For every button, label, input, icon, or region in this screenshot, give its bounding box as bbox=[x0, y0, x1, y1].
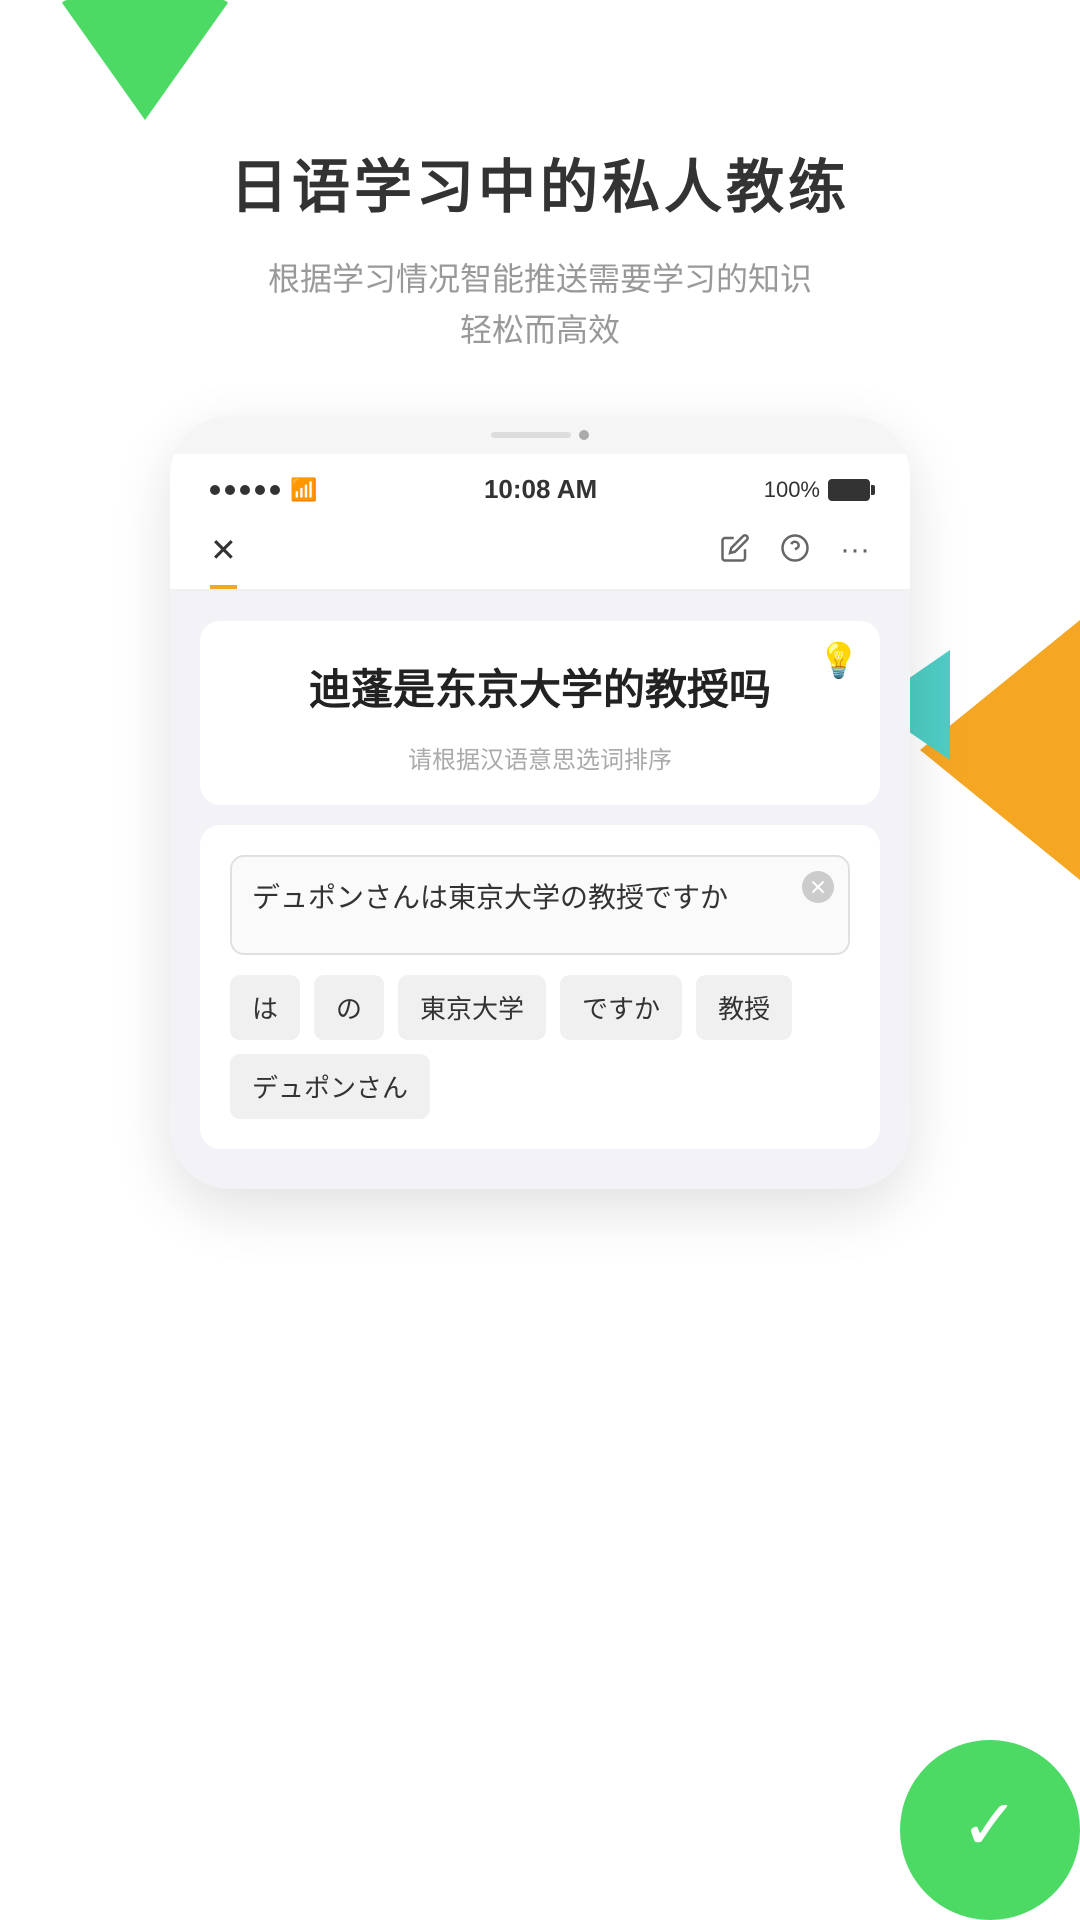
status-left: 📶 bbox=[210, 477, 317, 503]
status-time: 10:08 AM bbox=[317, 474, 763, 505]
more-icon[interactable]: ··· bbox=[840, 533, 870, 571]
subtitle-line1: 根据学习情况智能推送需要学习的知识 bbox=[268, 261, 812, 297]
wifi-icon: 📶 bbox=[290, 477, 317, 503]
hero-subtitle: 根据学习情况智能推送需要学习的知识 轻松而高效 bbox=[268, 254, 812, 356]
hero-title: 日语学习中的私人教练 bbox=[230, 140, 850, 224]
page-dot-circle bbox=[579, 430, 589, 440]
word-chip[interactable]: デュポンさん bbox=[230, 1054, 430, 1119]
word-chips-container: は の 東京大学 ですか 教授 デュポンさん bbox=[230, 975, 850, 1119]
answer-input-text: デュポンさんは東京大学の教授ですか bbox=[252, 877, 798, 919]
signal-dot-4 bbox=[255, 485, 265, 495]
signal-dots bbox=[210, 485, 280, 495]
page-indicator bbox=[170, 416, 910, 454]
word-chip[interactable]: 教授 bbox=[696, 975, 792, 1040]
signal-dot-2 bbox=[225, 485, 235, 495]
edit-icon[interactable] bbox=[720, 533, 750, 571]
word-chip[interactable]: は bbox=[230, 975, 300, 1040]
question-card: 💡 迪蓬是东京大学的教授吗 请根据汉语意思选词排序 bbox=[200, 621, 880, 805]
word-chip[interactable]: ですか bbox=[560, 975, 682, 1040]
status-bar: 📶 10:08 AM 100% bbox=[170, 454, 910, 515]
signal-dot-1 bbox=[210, 485, 220, 495]
help-icon[interactable] bbox=[780, 533, 810, 571]
signal-dot-5 bbox=[270, 485, 280, 495]
question-hint: 请根据汉语意思选词排序 bbox=[240, 740, 840, 775]
question-text: 迪蓬是东京大学的教授吗 bbox=[240, 661, 840, 720]
page-dot-bar bbox=[491, 432, 571, 438]
word-chip[interactable]: 東京大学 bbox=[398, 975, 546, 1040]
battery-icon bbox=[828, 479, 870, 501]
bulb-icon: 💡 bbox=[818, 641, 860, 681]
status-right: 100% bbox=[764, 477, 870, 503]
answer-input-area[interactable]: デュポンさんは東京大学の教授ですか bbox=[230, 855, 850, 955]
bottom-check-circle[interactable]: ✓ bbox=[900, 1740, 1080, 1920]
page-content: 日语学习中的私人教练 根据学习情况智能推送需要学习的知识 轻松而高效 bbox=[0, 0, 1080, 1189]
signal-dot-3 bbox=[240, 485, 250, 495]
answer-card: デュポンさんは東京大学の教授ですか は の 東京大学 ですか 教授 デュポンさん bbox=[200, 825, 880, 1149]
phone-mockup: 📶 10:08 AM 100% ✕ bbox=[170, 416, 910, 1189]
check-icon: ✓ bbox=[961, 1784, 1020, 1866]
clear-button[interactable] bbox=[802, 871, 834, 903]
phone-inner: 💡 迪蓬是东京大学的教授吗 请根据汉语意思选词排序 デュポンさんは東京大学の教授… bbox=[170, 591, 910, 1189]
nav-icons: ··· bbox=[720, 533, 870, 587]
battery-text: 100% bbox=[764, 477, 820, 503]
nav-bar: ✕ ··· bbox=[170, 515, 910, 591]
close-button[interactable]: ✕ bbox=[210, 531, 237, 589]
word-chip[interactable]: の bbox=[314, 975, 384, 1040]
subtitle-line2: 轻松而高效 bbox=[460, 312, 620, 348]
